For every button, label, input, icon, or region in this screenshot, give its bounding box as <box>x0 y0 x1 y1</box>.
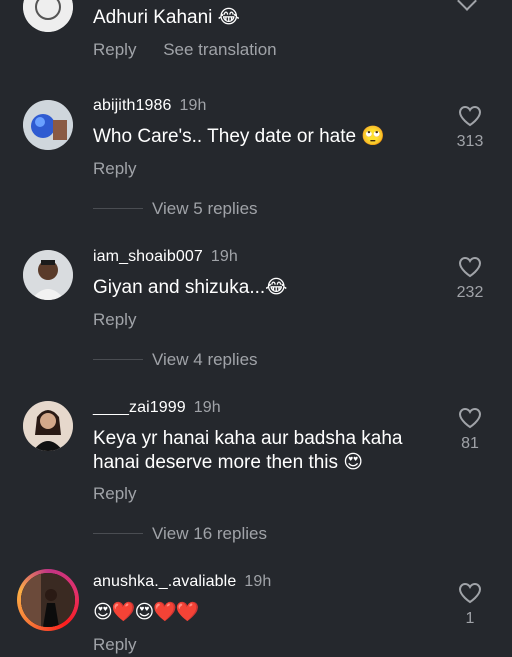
avatar[interactable] <box>23 100 73 150</box>
comment-actions: Reply <box>93 635 158 655</box>
username[interactable]: abijith1986 19h <box>93 97 207 115</box>
replies-divider <box>93 533 143 534</box>
avatar-with-story-ring[interactable] <box>17 569 79 631</box>
avatar[interactable] <box>23 0 73 32</box>
avatar-image <box>23 100 73 150</box>
like-count: 232 <box>456 284 484 301</box>
avatar-image <box>21 573 75 627</box>
heart-outline-icon[interactable] <box>458 582 482 604</box>
comment-actions: Reply <box>93 159 158 179</box>
username-text[interactable]: anushka._.avaliable <box>93 573 236 590</box>
comment-actions: Reply <box>93 484 158 504</box>
like-button[interactable]: 232 <box>448 256 492 302</box>
replies-divider <box>93 359 143 360</box>
avatar-image <box>23 401 73 451</box>
username[interactable]: anushka._.avaliable 19h <box>93 573 271 591</box>
reply-button[interactable]: Reply <box>93 310 136 329</box>
comment-actions: Reply See translation <box>93 40 299 60</box>
like-button[interactable]: 81 <box>448 407 492 453</box>
comment-text: Giyan and shizuka...😂 <box>93 277 288 298</box>
replies-divider <box>93 208 143 209</box>
reply-button[interactable]: Reply <box>93 484 136 503</box>
username-text[interactable]: iam_shoaib007 <box>93 248 203 265</box>
comment-time: 19h <box>193 399 221 416</box>
avatar[interactable] <box>23 401 73 451</box>
comment-text: Adhuri Kahani 😂 <box>93 7 240 28</box>
comment-actions: Reply <box>93 310 158 330</box>
like-count: 1 <box>465 610 475 627</box>
like-button[interactable]: 1 <box>448 582 492 628</box>
heart-outline-icon[interactable] <box>458 105 482 127</box>
see-translation-button[interactable]: See translation <box>163 40 276 59</box>
chevron-down-icon[interactable] <box>457 0 477 11</box>
comment-text: 😍❤️😍❤️❤️ <box>93 602 200 623</box>
avatar[interactable] <box>23 250 73 300</box>
username-text[interactable]: ____zai1999 <box>93 399 186 416</box>
username[interactable]: ____zai1999 19h <box>93 399 221 417</box>
comment-text: Who Care's.. They date or hate 🙄 <box>93 126 386 147</box>
comment-text: Keya yr hanai kaha aur badsha kaha hanai… <box>93 428 403 473</box>
like-count: 313 <box>456 133 484 150</box>
comment-time: 19h <box>244 573 272 590</box>
view-replies-button[interactable]: View 16 replies <box>152 524 267 544</box>
comment-time: 19h <box>210 248 238 265</box>
like-count: 81 <box>461 435 479 452</box>
avatar-image <box>23 0 73 32</box>
view-replies-button[interactable]: View 4 replies <box>152 350 258 370</box>
comment-time: 19h <box>179 97 207 114</box>
like-button[interactable]: 313 <box>448 105 492 151</box>
heart-outline-icon[interactable] <box>458 407 482 429</box>
view-replies-button[interactable]: View 5 replies <box>152 199 258 219</box>
reply-button[interactable]: Reply <box>93 635 136 654</box>
username-text[interactable]: abijith1986 <box>93 97 172 114</box>
reply-button[interactable]: Reply <box>93 159 136 178</box>
avatar-image <box>23 250 73 300</box>
username[interactable]: iam_shoaib007 19h <box>93 248 238 266</box>
reply-button[interactable]: Reply <box>93 40 136 59</box>
avatar <box>21 573 75 627</box>
heart-outline-icon[interactable] <box>458 256 482 278</box>
